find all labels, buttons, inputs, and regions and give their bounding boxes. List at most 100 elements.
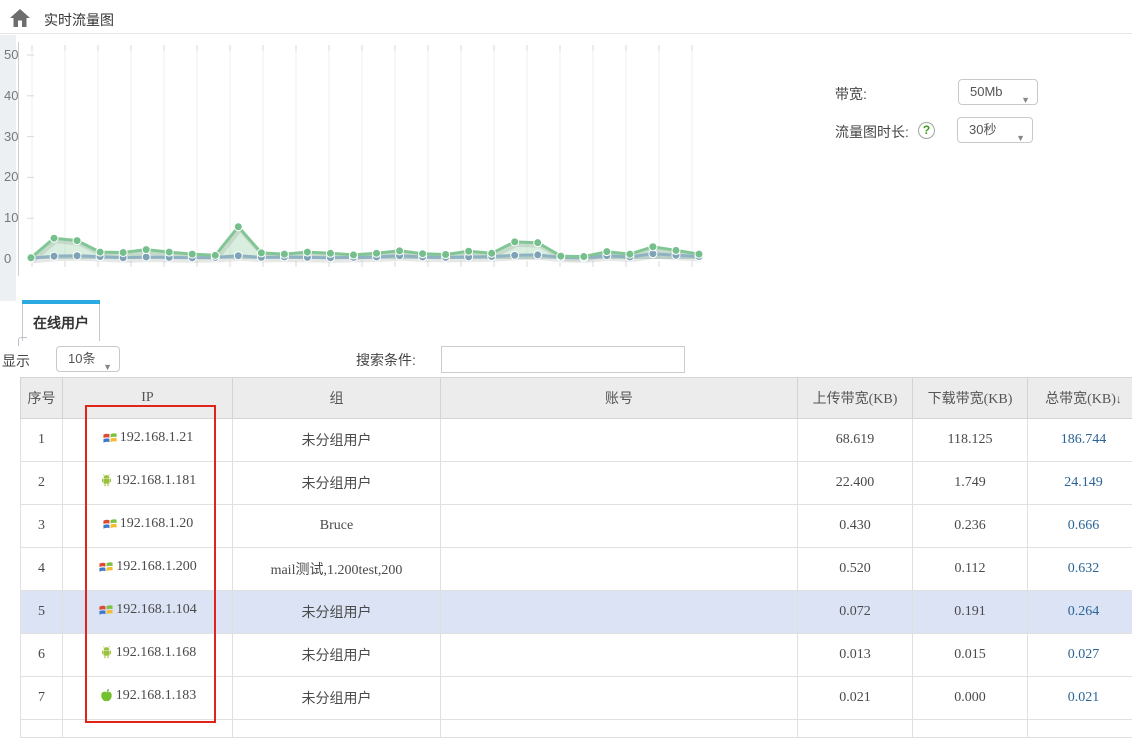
windows-icon bbox=[102, 516, 118, 531]
y-axis-label: 20 bbox=[4, 169, 32, 184]
cell-total[interactable]: 0.264 bbox=[1028, 591, 1132, 634]
table-row[interactable]: 1192.168.1.21未分组用户 68.619118.125186.744 bbox=[21, 419, 1132, 462]
android-icon bbox=[99, 473, 114, 488]
windows-icon bbox=[98, 559, 114, 574]
cell-total[interactable]: 0.027 bbox=[1028, 634, 1132, 677]
table-body: 1192.168.1.21未分组用户68.619118.125186.74421… bbox=[21, 419, 1132, 738]
windows-icon bbox=[102, 430, 118, 445]
cell-group: 未分组用户 bbox=[233, 591, 441, 634]
ip-address: 192.168.1.104 bbox=[116, 602, 197, 618]
page-size-value: 10条 bbox=[68, 351, 95, 366]
cell-account bbox=[441, 677, 798, 720]
cell-total[interactable]: 186.744 bbox=[1028, 419, 1132, 462]
bandwidth-select-value: 50Mb bbox=[970, 84, 1003, 99]
table-row[interactable]: 4192.168.1.200mail测试,1.200test,2000.5200… bbox=[21, 548, 1132, 591]
column-header-5[interactable]: 下载带宽(KB) bbox=[913, 378, 1028, 419]
cell-empty bbox=[441, 720, 798, 738]
cell-upload: 0.021 bbox=[798, 677, 913, 720]
table-row[interactable]: 5 192.168.1.104 未分组用户 0.0720.1910.264 bbox=[21, 591, 1132, 634]
windows-icon bbox=[98, 602, 114, 617]
y-axis-label: 40 bbox=[4, 88, 32, 103]
traffic-chart-svg bbox=[19, 42, 712, 276]
android-icon bbox=[99, 645, 114, 660]
column-header-6[interactable]: 总带宽(KB)↓ bbox=[1028, 378, 1132, 419]
column-header-0[interactable]: 序号 bbox=[21, 378, 63, 419]
tab-active-indicator bbox=[22, 300, 100, 304]
cell-download: 0.015 bbox=[913, 634, 1028, 677]
cell-ip: 192.168.1.21 bbox=[63, 419, 233, 462]
cell-total[interactable]: 0.021 bbox=[1028, 677, 1132, 720]
y-axis-label: 50 bbox=[4, 47, 32, 62]
cell-group: mail测试,1.200test,200 bbox=[233, 548, 441, 591]
cell-upload: 68.619 bbox=[798, 419, 913, 462]
cell-ip: 192.168.1.181 bbox=[63, 462, 233, 505]
table-row[interactable]: 7 192.168.1.183 未分组用户 0.0210.0000.021 bbox=[21, 677, 1132, 720]
ip-address: 192.168.1.168 bbox=[116, 645, 197, 661]
duration-select[interactable]: 30秒 ▼ bbox=[957, 117, 1033, 143]
cell-group: 未分组用户 bbox=[233, 634, 441, 677]
cell-account bbox=[441, 419, 798, 462]
cell-download: 0.191 bbox=[913, 591, 1028, 634]
cell-index: 1 bbox=[21, 419, 63, 462]
cell-group: Bruce bbox=[233, 505, 441, 548]
cell-group: 未分组用户 bbox=[233, 677, 441, 720]
table-row[interactable]: 6192.168.1.168未分组用户0.0130.0150.027 bbox=[21, 634, 1132, 677]
chevron-down-icon: ▼ bbox=[103, 355, 112, 379]
cell-total[interactable]: 0.666 bbox=[1028, 505, 1132, 548]
column-header-ip[interactable]: IP bbox=[63, 378, 233, 419]
cell-download: 0.112 bbox=[913, 548, 1028, 591]
cell-index: 6 bbox=[21, 634, 63, 677]
cell-index: 4 bbox=[21, 548, 63, 591]
home-icon[interactable] bbox=[9, 7, 31, 29]
bandwidth-select[interactable]: 50Mb ▼ bbox=[958, 79, 1038, 105]
cell-index: 2 bbox=[21, 462, 63, 505]
cell-empty bbox=[233, 720, 441, 738]
help-icon[interactable]: ? bbox=[918, 122, 935, 139]
table-row[interactable]: 2192.168.1.181未分组用户22.4001.74924.149 bbox=[21, 462, 1132, 505]
page-size-select[interactable]: 10条 ▼ bbox=[56, 346, 120, 372]
cell-upload: 0.072 bbox=[798, 591, 913, 634]
cell-account bbox=[441, 462, 798, 505]
cell-index: 5 bbox=[21, 591, 63, 634]
chevron-down-icon: ▼ bbox=[1016, 126, 1025, 150]
tab-online-users[interactable]: 在线用户 bbox=[22, 300, 100, 341]
cell-upload: 0.520 bbox=[798, 548, 913, 591]
cell-index: 3 bbox=[21, 505, 63, 548]
cell-group: 未分组用户 bbox=[233, 419, 441, 462]
cell-empty bbox=[913, 720, 1028, 738]
bandwidth-label: 带宽: bbox=[835, 84, 867, 104]
cell-account bbox=[441, 505, 798, 548]
cell-account bbox=[441, 634, 798, 677]
ip-address: 192.168.1.200 bbox=[116, 559, 197, 575]
search-input[interactable] bbox=[441, 346, 685, 373]
cell-group: 未分组用户 bbox=[233, 462, 441, 505]
cell-download: 0.236 bbox=[913, 505, 1028, 548]
sort-descending-icon: ↓ bbox=[1116, 392, 1122, 406]
cell-download: 118.125 bbox=[913, 419, 1028, 462]
column-header-2[interactable]: 组 bbox=[233, 378, 441, 419]
cell-ip: 192.168.1.168 bbox=[63, 634, 233, 677]
table-row[interactable]: 3192.168.1.20Bruce0.4300.2360.666 bbox=[21, 505, 1132, 548]
cell-account bbox=[441, 591, 798, 634]
ip-address: 192.168.1.181 bbox=[116, 473, 197, 489]
search-label: 搜索条件: bbox=[356, 350, 416, 370]
top-header-bar: 实时流量图 bbox=[0, 0, 1132, 34]
cell-total[interactable]: 0.632 bbox=[1028, 548, 1132, 591]
cell-ip: 192.168.1.104 bbox=[63, 591, 233, 634]
ip-address: 192.168.1.183 bbox=[116, 688, 197, 704]
page-title: 实时流量图 bbox=[44, 10, 114, 30]
column-header-3[interactable]: 账号 bbox=[441, 378, 798, 419]
cell-upload: 22.400 bbox=[798, 462, 913, 505]
cell-index: 7 bbox=[21, 677, 63, 720]
cell-total[interactable]: 24.149 bbox=[1028, 462, 1132, 505]
online-users-table: 序号IP组账号上传带宽(KB)下载带宽(KB)总带宽(KB)↓ 1192.168… bbox=[20, 377, 1132, 738]
traffic-chart bbox=[18, 42, 712, 276]
column-header-4[interactable]: 上传带宽(KB) bbox=[798, 378, 913, 419]
cell-ip: 192.168.1.200 bbox=[63, 548, 233, 591]
cell-ip: 192.168.1.183 bbox=[63, 677, 233, 720]
y-axis-label: 10 bbox=[4, 210, 32, 225]
cell-account bbox=[441, 548, 798, 591]
cell-upload: 0.430 bbox=[798, 505, 913, 548]
cell-download: 0.000 bbox=[913, 677, 1028, 720]
chevron-down-icon: ▼ bbox=[1021, 88, 1030, 112]
